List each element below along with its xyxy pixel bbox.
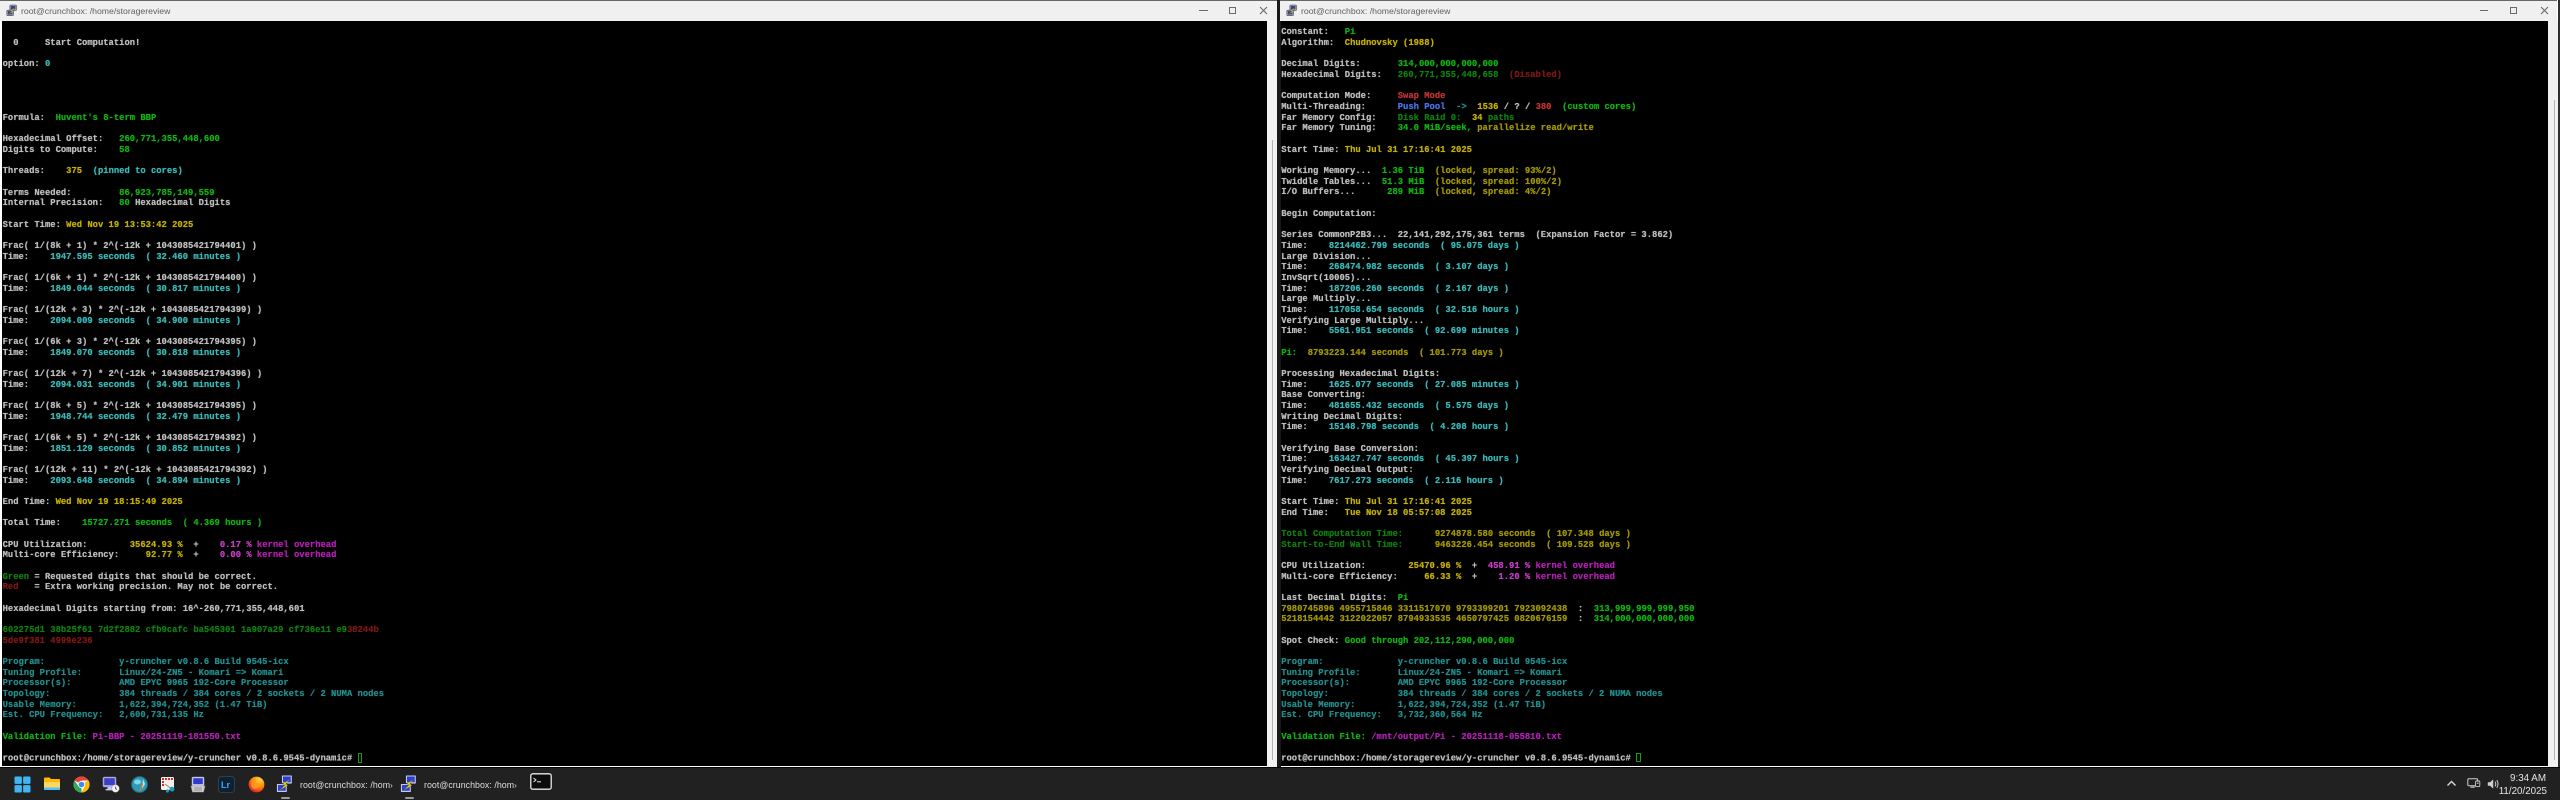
svg-text:Lr: Lr <box>221 780 230 790</box>
